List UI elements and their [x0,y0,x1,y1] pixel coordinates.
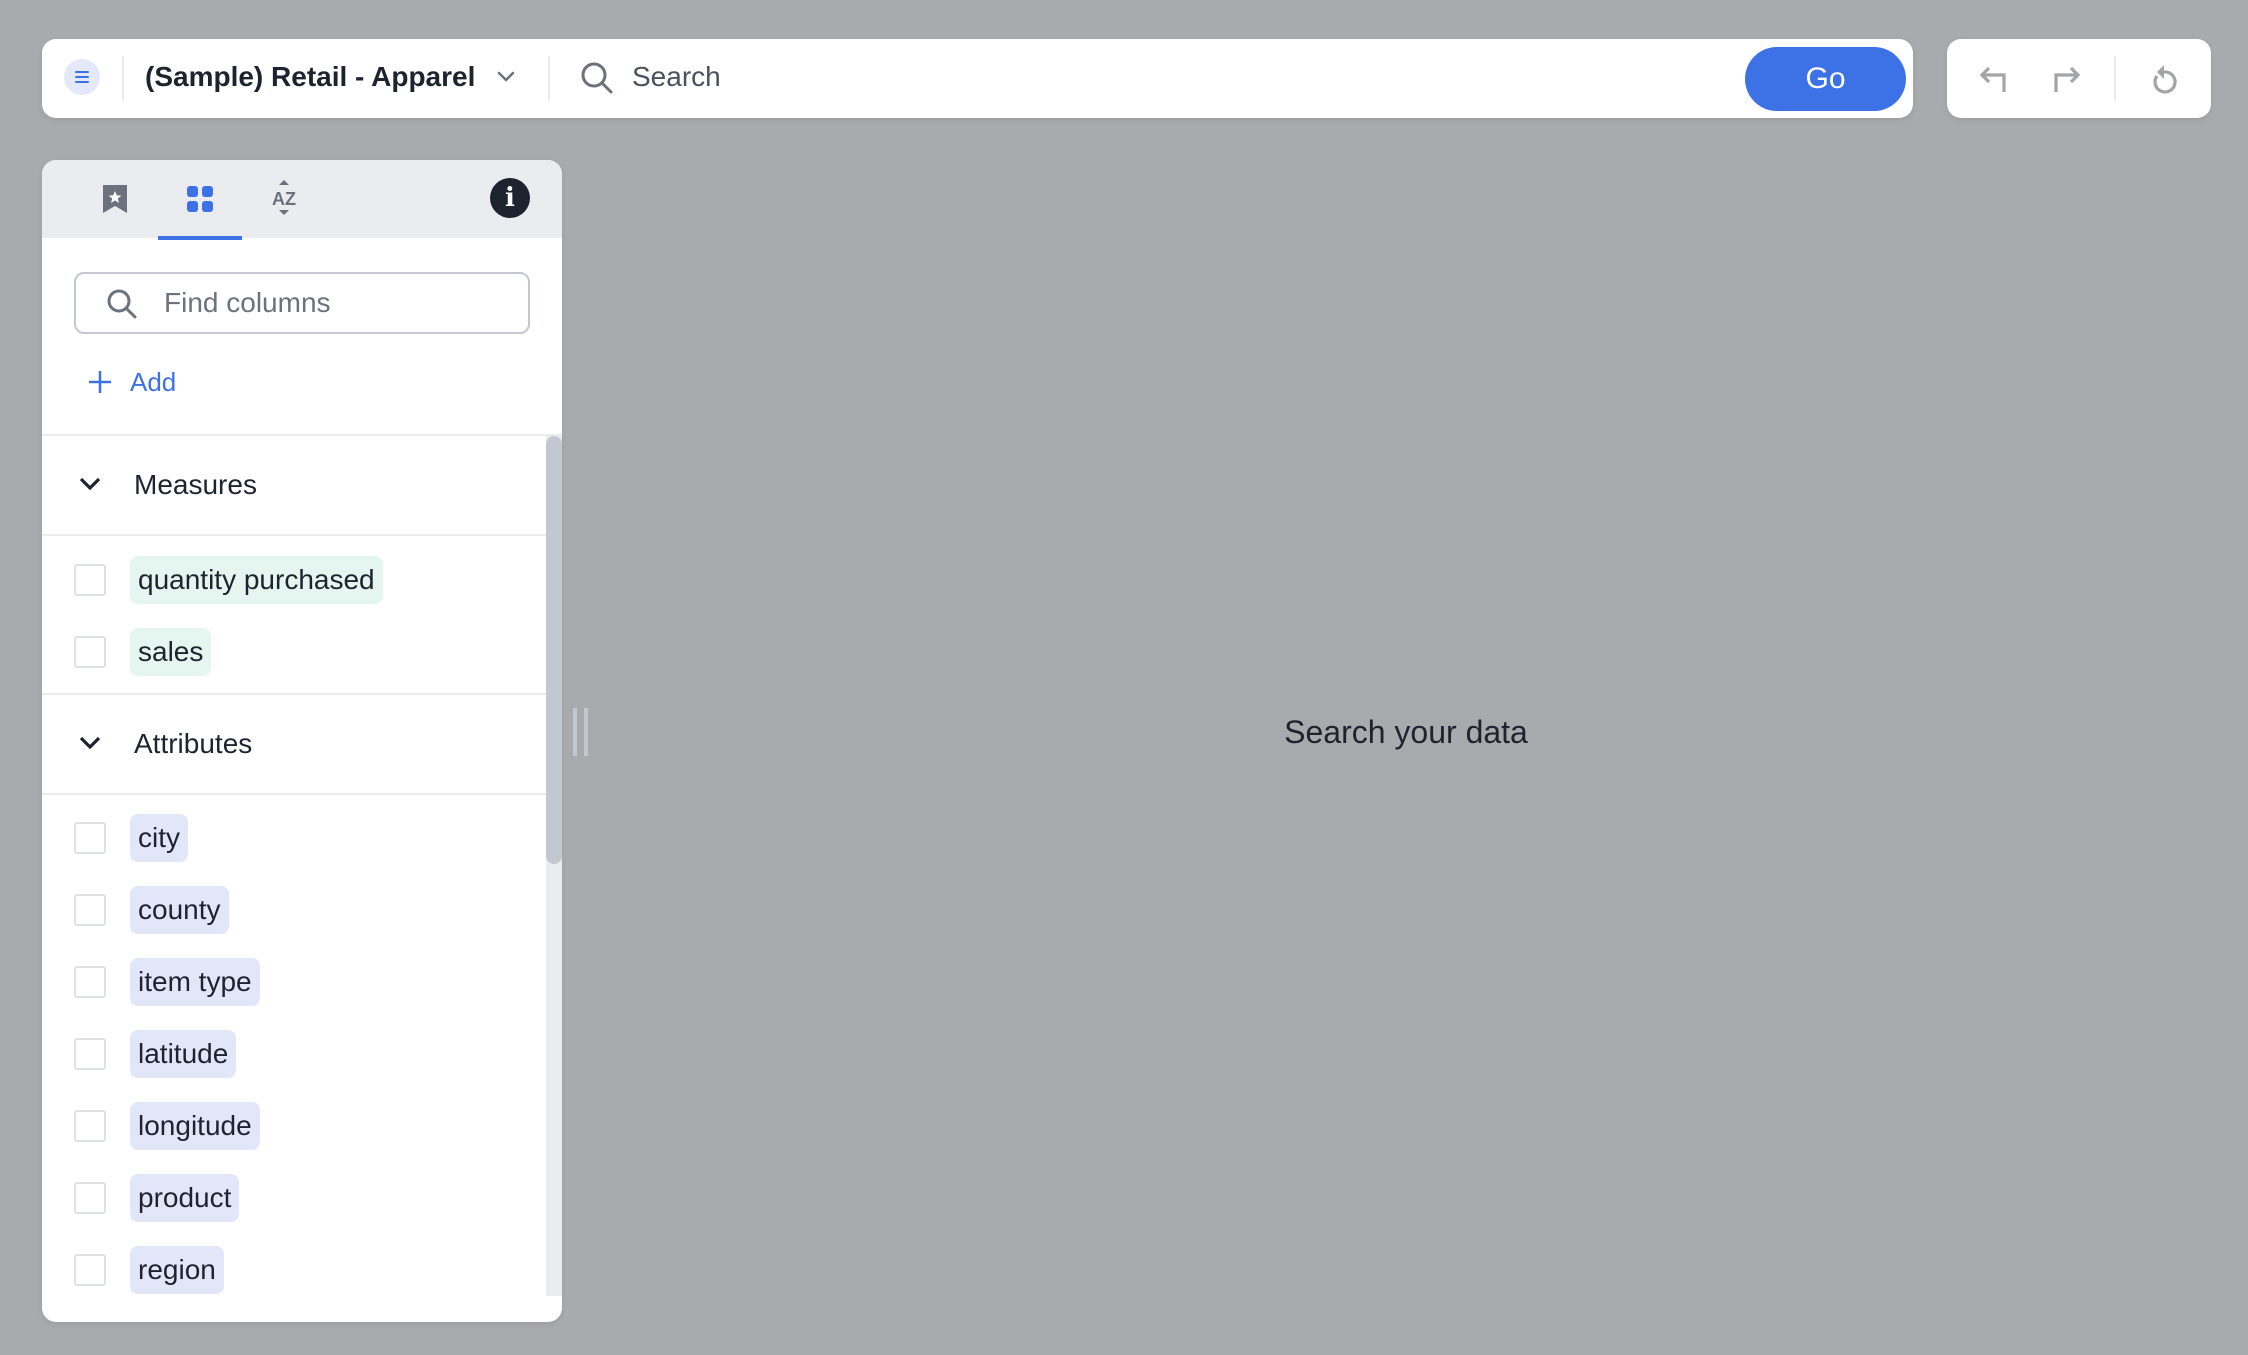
chevron-down-icon [79,736,101,750]
column-item[interactable]: city [42,802,546,874]
column-item[interactable]: quantity purchased [42,544,546,616]
column-chip[interactable]: quantity purchased [130,556,383,604]
column-item[interactable]: latitude [42,1018,546,1090]
column-chip[interactable]: region [130,1246,224,1294]
go-button[interactable]: Go [1745,47,1906,111]
column-checkbox[interactable] [74,636,106,668]
section-title: Attributes [134,728,253,759]
column-chip[interactable]: county [130,886,229,934]
undo-icon [1979,66,2006,92]
search-icon [107,289,137,319]
column-chip[interactable]: product [130,1174,240,1222]
redo-button[interactable] [2046,59,2086,99]
divider [122,56,124,101]
search-icon [581,62,613,94]
divider [2114,56,2116,101]
section-title: Measures [134,469,257,500]
tab-columns[interactable] [158,160,242,240]
tab-sort[interactable]: AZ [242,160,326,240]
column-item[interactable]: county [42,874,546,946]
reset-button[interactable] [2144,59,2184,99]
menu-button[interactable] [64,59,100,95]
bookmark-star-icon [103,185,127,213]
menu-icon [75,71,89,83]
data-panel: AZ i Add Measures quanti [42,160,562,1322]
column-item[interactable]: sales [42,616,546,688]
column-chip[interactable]: longitude [130,1102,260,1150]
column-chip[interactable]: sales [130,628,212,676]
column-checkbox[interactable] [74,564,106,596]
section-header-measures[interactable]: Measures [42,436,546,536]
chevron-down-icon [79,477,101,491]
grid-icon [187,186,213,212]
plus-icon [89,371,111,393]
data-panel-tabs: AZ i [42,160,562,240]
reset-icon [2153,65,2177,94]
scrollbar-thumb[interactable] [546,436,562,864]
column-item[interactable]: product [42,1162,546,1234]
divider [548,56,550,101]
add-column-button[interactable]: Add [88,362,176,402]
column-checkbox[interactable] [74,1110,106,1142]
column-checkbox[interactable] [74,1038,106,1070]
column-item[interactable]: region [42,1234,546,1296]
chevron-down-icon[interactable] [495,68,517,86]
column-chip[interactable]: latitude [130,1030,237,1078]
add-label: Add [130,366,177,397]
column-checkbox[interactable] [74,822,106,854]
empty-state-message: Search your data [1284,714,1528,750]
sort-az-icon: AZ [272,180,296,215]
panel-resize-handle[interactable] [570,706,590,758]
svg-text:AZ: AZ [272,189,296,209]
column-checkbox[interactable] [74,1182,106,1214]
info-button[interactable]: i [490,178,530,218]
undo-button[interactable] [1974,59,2014,99]
column-chip[interactable]: city [130,814,188,862]
find-columns-input[interactable] [164,280,514,326]
column-item[interactable]: longitude [42,1090,546,1162]
column-list: Measures quantity purchased sales Attrib… [42,434,562,1296]
tab-bookmarks[interactable] [73,160,157,240]
datasource-title[interactable]: (Sample) Retail - Apparel [145,58,475,96]
column-checkbox[interactable] [74,894,106,926]
section-header-attributes[interactable]: Attributes [42,695,546,795]
column-item[interactable]: item type [42,946,546,1018]
find-columns-field[interactable] [74,272,530,334]
redo-icon [2054,66,2081,92]
column-chip[interactable]: item type [130,958,260,1006]
column-checkbox[interactable] [74,1254,106,1286]
column-checkbox[interactable] [74,966,106,998]
search-input[interactable] [632,52,1732,102]
